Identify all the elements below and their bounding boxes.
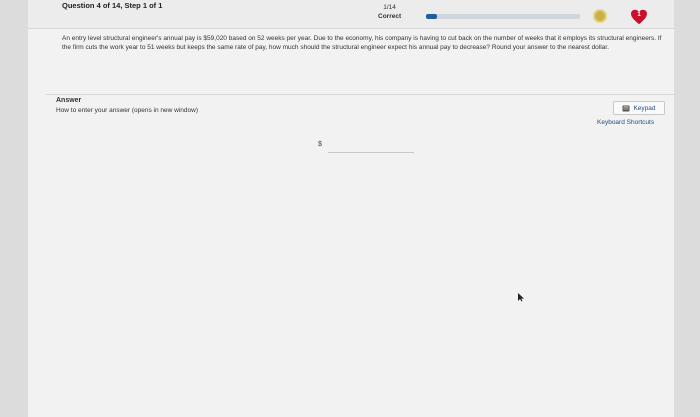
question-page: Question 4 of 14, Step 1 of 1 1/14 Corre… bbox=[28, 0, 674, 417]
coin-icon[interactable] bbox=[593, 9, 607, 23]
keypad-icon bbox=[622, 105, 630, 111]
keypad-button[interactable]: Keypad bbox=[613, 101, 665, 115]
section-divider bbox=[46, 94, 674, 95]
answer-input[interactable] bbox=[328, 139, 414, 153]
heart-count: 1 bbox=[637, 12, 641, 18]
keypad-label: Keypad bbox=[633, 104, 656, 112]
progress-fill bbox=[426, 14, 437, 19]
answer-label: Answer bbox=[56, 97, 82, 104]
score-fraction: 1/14 bbox=[383, 4, 396, 11]
score-indicator: 1/14 Correct bbox=[378, 3, 401, 21]
currency-symbol: $ bbox=[318, 141, 322, 148]
score-status: Correct bbox=[378, 13, 402, 20]
question-title: Question 4 of 14, Step 1 of 1 bbox=[62, 1, 163, 10]
progress-bar bbox=[426, 14, 580, 19]
cursor-icon bbox=[518, 293, 524, 302]
question-text: An entry level structural engineer's ann… bbox=[62, 35, 662, 51]
question-header: Question 4 of 14, Step 1 of 1 1/14 Corre… bbox=[28, 0, 674, 29]
keyboard-shortcuts-link[interactable]: Keyboard Shortcuts bbox=[597, 119, 654, 126]
how-to-enter-link[interactable]: How to enter your answer (opens in new w… bbox=[56, 107, 198, 114]
